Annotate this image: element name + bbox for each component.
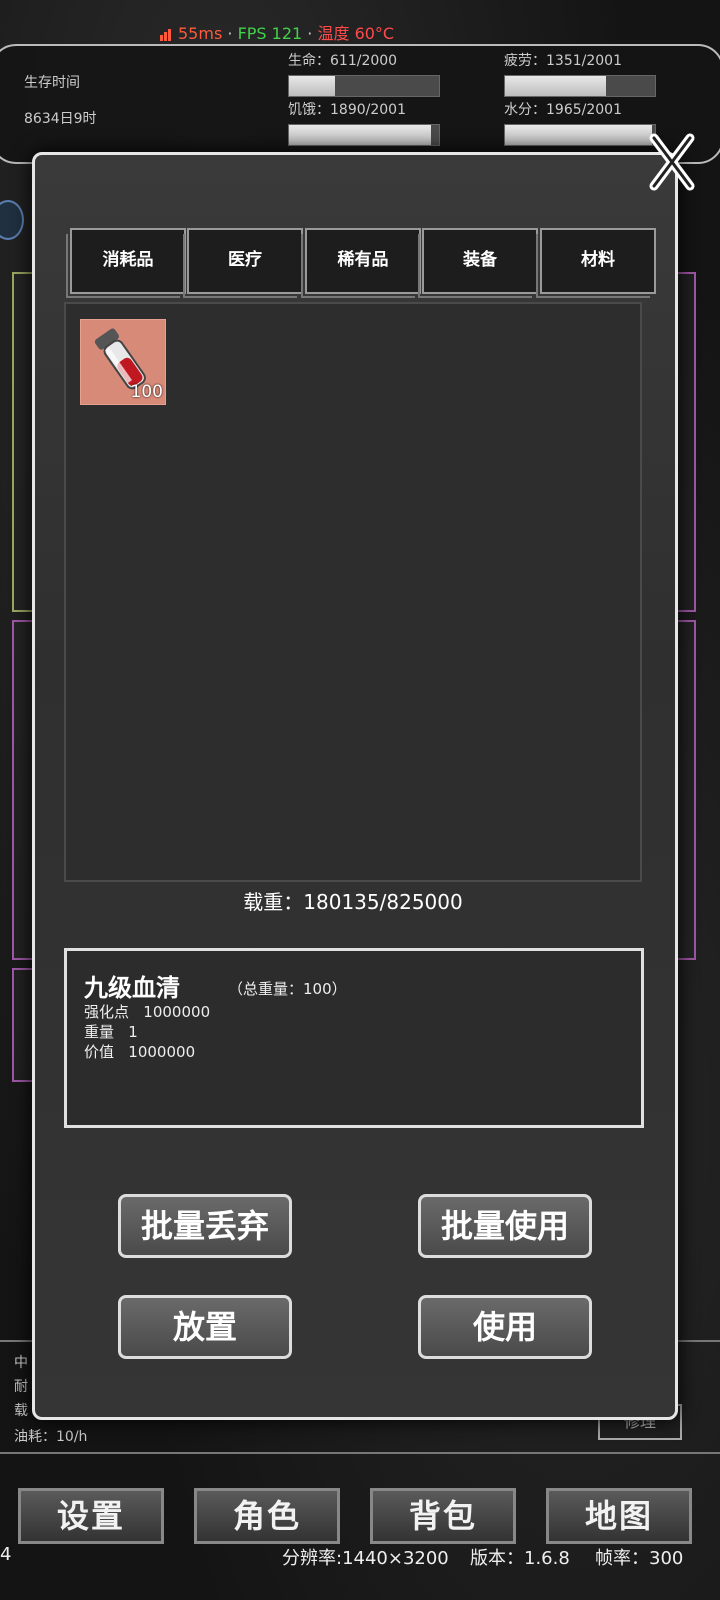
life-bar [288,75,440,97]
nav-character[interactable]: 角色 [194,1488,340,1544]
fps-text: FPS 121 [237,24,303,43]
fatigue-bar-fill [505,76,607,96]
use-button[interactable]: 使用 [418,1295,592,1359]
item-name: 九级血清 [84,974,180,1002]
footer-partial: 4 [0,1544,12,1565]
survive-time-value: 8634日9时 [24,111,97,127]
tab-equipment[interactable]: 装备 [418,228,538,298]
ping-text: 55ms [178,24,223,43]
item-stat-weight: 重量 1 [84,1023,138,1041]
close-icon[interactable] [646,132,698,192]
perf-overlay: 55ms · FPS 121 · 温度 60°C [160,20,394,45]
item-stat-value: 价值 1000000 [84,1043,196,1061]
info-partial-2: 耐 [14,1379,28,1395]
water-label: 水分：1965/2001 [504,102,622,118]
life-bar-fill [289,76,335,96]
tab-rare[interactable]: 稀有品 [301,228,421,298]
tab-medical[interactable]: 医疗 [183,228,303,298]
fatigue-label: 疲劳：1351/2001 [504,53,622,69]
fuel-consumption: 油耗：10/h [14,1429,88,1445]
tab-materials[interactable]: 材料 [536,228,656,298]
nav-map[interactable]: 地图 [546,1488,692,1544]
water-bar-fill [505,125,653,145]
separator: · [307,24,313,43]
info-partial-1: 中 [14,1355,28,1371]
batch-use-button[interactable]: 批量使用 [418,1194,592,1258]
fatigue-bar [504,75,656,97]
framerate-text: 帧率：300 [595,1548,684,1569]
hunger-label: 饥饿：1890/2001 [288,102,406,118]
item-quantity: 100 [130,382,163,402]
batch-discard-button[interactable]: 批量丢弃 [118,1194,292,1258]
nav-backpack[interactable]: 背包 [370,1488,516,1544]
version-text: 版本：1.6.8 [470,1548,570,1569]
hunger-bar-fill [289,125,431,145]
hunger-bar [288,124,440,146]
water-bar [504,124,656,146]
temperature-text: 温度 60°C [317,24,395,43]
item-total-weight: （总重量：100） [228,980,347,998]
carry-weight: 载重：180135/825000 [243,890,463,914]
life-label: 生命：611/2000 [288,53,398,69]
separator: · [227,24,233,43]
inventory-slot[interactable]: 100 [80,319,166,405]
resolution-text: 分辨率:1440×3200 [282,1548,449,1569]
place-button[interactable]: 放置 [118,1295,292,1359]
nav-settings[interactable]: 设置 [18,1488,164,1544]
signal-icon [160,26,172,45]
item-stat-enhance: 强化点 1000000 [84,1003,211,1021]
tab-consumables[interactable]: 消耗品 [66,228,186,298]
info-partial-3: 载 [14,1403,28,1419]
survive-time-label: 生存时间 [24,75,80,91]
